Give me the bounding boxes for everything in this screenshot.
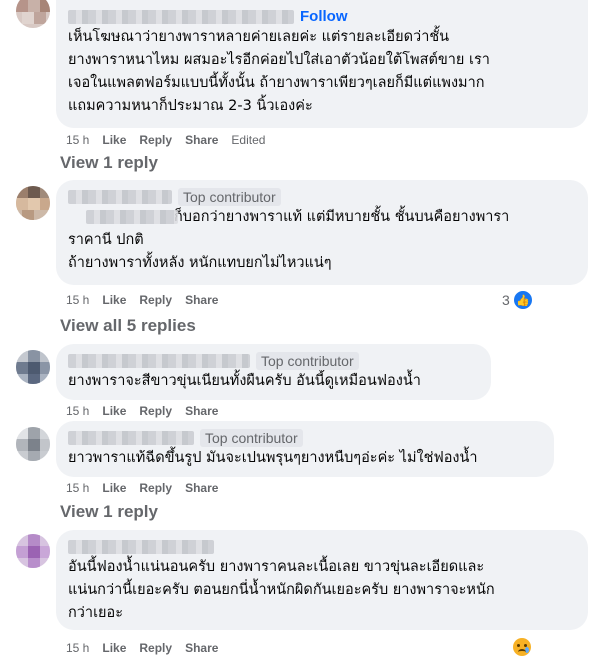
sad-face-icon (513, 638, 531, 656)
like-button[interactable]: Like (102, 293, 126, 307)
avatar[interactable] (16, 534, 50, 568)
avatar[interactable] (16, 427, 50, 461)
view-replies-link[interactable]: View 1 reply (60, 153, 158, 173)
author-name[interactable] (68, 353, 250, 368)
reaction-count: 3 (502, 292, 510, 308)
comment-text: ยางพาราจะสีขาวขุ่นเนียนทั้งผืนครับ อันนี… (68, 373, 421, 389)
reply-button[interactable]: Reply (139, 481, 172, 495)
author-name[interactable] (68, 9, 294, 24)
comment-bubble: อันนี้ฟองน้ำแน่นอนครับ ยางพาราคนละเนื้อเ… (56, 530, 588, 630)
top-contributor-badge: Top contributor (256, 351, 359, 370)
comment-actions: 15 h Like Reply Share (66, 480, 231, 496)
timestamp[interactable]: 15 h (66, 133, 89, 147)
like-button[interactable]: Like (102, 481, 126, 495)
share-button[interactable]: Share (185, 641, 218, 655)
avatar[interactable] (16, 350, 50, 384)
timestamp[interactable]: 15 h (66, 404, 89, 418)
comment-header: Follow (68, 6, 576, 26)
avatar[interactable] (16, 0, 50, 28)
comment-text: อันนี้ฟองน้ำแน่นอนครับ ยางพาราคนละเนื้อเ… (68, 559, 495, 621)
like-button[interactable]: Like (102, 404, 126, 418)
reaction-summary[interactable]: 3 👍 (502, 289, 534, 311)
view-replies-link[interactable]: View 1 reply (60, 502, 158, 522)
comment-actions: 15 h Like Reply Share (66, 292, 231, 308)
share-button[interactable]: Share (185, 293, 218, 307)
follow-button[interactable]: Follow (300, 8, 348, 25)
view-replies-link[interactable]: View all 5 replies (60, 316, 196, 336)
comment-actions: 15 h Like Reply Share (66, 403, 231, 419)
comment-text: ยาวพาราแท้ฉีดขึ้นรูป มันจะเปนพรุนๆยางหนื… (68, 450, 478, 466)
avatar[interactable] (16, 186, 50, 220)
timestamp[interactable]: 15 h (66, 481, 89, 495)
comment-bubble: Follow เห็นโฆษณาว่ายางพาราหลายค่ายเลยค่ะ… (56, 0, 588, 128)
like-button[interactable]: Like (102, 133, 126, 147)
timestamp[interactable]: 15 h (66, 293, 89, 307)
reply-button[interactable]: Reply (139, 641, 172, 655)
comment-text: เห็นโฆษณาว่ายางพาราหลายค่ายเลยค่ะ แต่ราย… (68, 29, 490, 114)
top-contributor-badge: Top contributor (178, 187, 281, 206)
timestamp[interactable]: 15 h (66, 641, 89, 655)
reply-button[interactable]: Reply (139, 293, 172, 307)
top-contributor-badge: Top contributor (200, 428, 303, 447)
author-name[interactable] (68, 189, 172, 204)
comment-actions: 15 h Like Reply Share Edited (66, 132, 278, 148)
comment-header: Top contributor (68, 186, 576, 206)
author-name[interactable] (68, 539, 214, 554)
comment-header: Top contributor (68, 350, 479, 370)
comment-header (68, 536, 576, 556)
mentioned-name[interactable] (86, 210, 178, 224)
comment-actions: 15 h Like Reply Share (66, 640, 231, 656)
like-button[interactable]: Like (102, 641, 126, 655)
share-button[interactable]: Share (185, 133, 218, 147)
comment-bubble: Top contributor ยางพาราจะสีขาวขุ่นเนียนท… (56, 344, 491, 400)
comment-header: Top contributor (68, 427, 542, 447)
comment-thread: Follow เห็นโฆษณาว่ายางพาราหลายค่ายเลยค่ะ… (0, 0, 600, 659)
comment-bubble: Top contributor ก็บอกว่ายางพาราแท้ แต่มี… (56, 180, 588, 285)
reply-button[interactable]: Reply (139, 133, 172, 147)
author-name[interactable] (68, 430, 194, 445)
share-button[interactable]: Share (185, 404, 218, 418)
reaction-summary[interactable] (513, 638, 531, 656)
share-button[interactable]: Share (185, 481, 218, 495)
reply-button[interactable]: Reply (139, 404, 172, 418)
like-thumb-icon: 👍 (511, 289, 534, 311)
comment-bubble: Top contributor ยาวพาราแท้ฉีดขึ้นรูป มัน… (56, 421, 554, 477)
edited-label: Edited (231, 133, 266, 147)
